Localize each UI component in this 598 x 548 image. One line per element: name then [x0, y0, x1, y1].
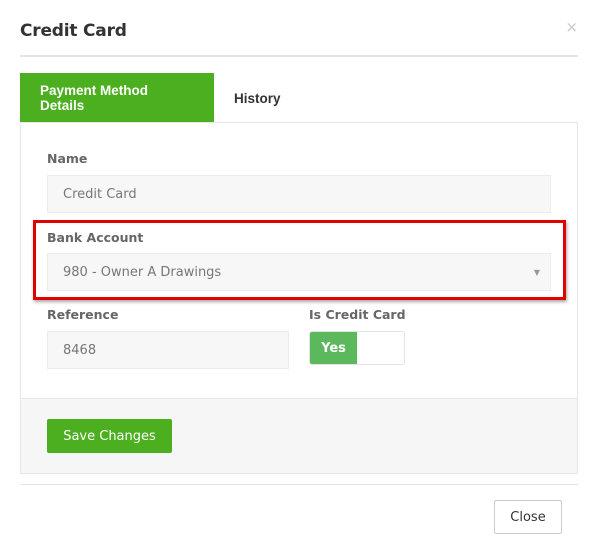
modal-title: Credit Card: [20, 21, 127, 41]
footer-divider: [20, 484, 578, 485]
tab-bar: Payment Method Details History: [20, 73, 301, 123]
name-input[interactable]: Credit Card: [47, 175, 551, 213]
name-label: Name: [47, 151, 88, 166]
is-credit-card-label: Is Credit Card: [309, 307, 406, 322]
tab-payment-method-details[interactable]: Payment Method Details: [20, 73, 214, 123]
bank-account-value: 980 - Owner A Drawings: [63, 264, 222, 280]
reference-label: Reference: [47, 307, 119, 322]
modal-header: Credit Card ×: [20, 0, 578, 57]
is-credit-card-toggle[interactable]: Yes: [309, 331, 405, 365]
toggle-yes-label: Yes: [310, 332, 357, 364]
save-changes-button[interactable]: Save Changes: [47, 419, 172, 453]
bank-account-select[interactable]: 980 - Owner A Drawings ▼: [47, 253, 551, 291]
tab-history[interactable]: History: [214, 73, 301, 123]
reference-input[interactable]: 8468: [47, 331, 289, 369]
bank-account-label: Bank Account: [47, 230, 144, 245]
credit-card-modal: Credit Card × Payment Method Details His…: [0, 0, 598, 548]
close-icon[interactable]: ×: [565, 20, 578, 35]
close-button[interactable]: Close: [494, 500, 562, 534]
chevron-down-icon: ▼: [533, 268, 540, 277]
